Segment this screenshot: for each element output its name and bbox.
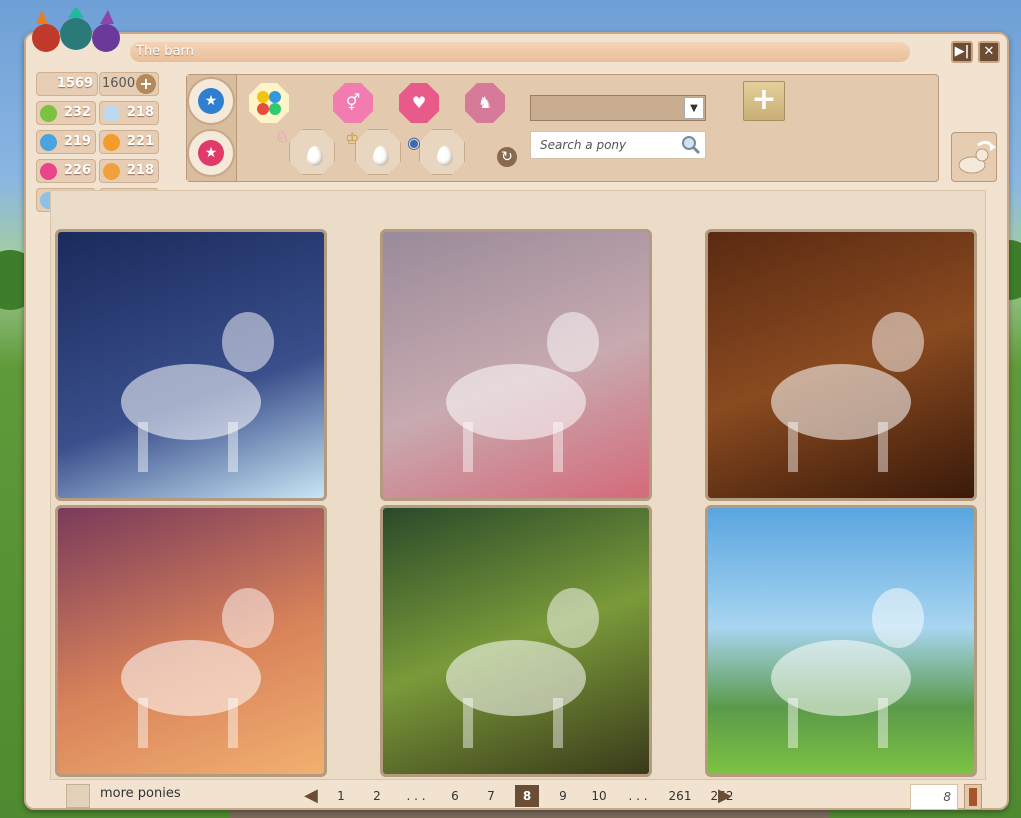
stat-value: 218: [126, 105, 154, 120]
page-number-input[interactable]: 8: [910, 784, 958, 810]
pony-card-5[interactable]: [380, 505, 652, 777]
sort-select[interactable]: ▼: [530, 95, 706, 121]
page-link-261[interactable]: 261: [662, 785, 698, 807]
drop-icon: [373, 146, 389, 166]
heart-icon: [40, 163, 57, 180]
pony-image: [121, 588, 274, 748]
pony-transfer-button[interactable]: [951, 132, 997, 182]
add-currency-button[interactable]: +: [136, 74, 156, 94]
stat-footprint: 218: [99, 159, 159, 183]
close-button[interactable]: ✕: [978, 41, 1000, 63]
love-filter-icon[interactable]: ♥: [399, 83, 439, 123]
paw-icon: [40, 134, 57, 151]
pony-card-2[interactable]: [380, 229, 652, 501]
stat-value: 221: [126, 134, 154, 149]
unicorn-icon: ♘: [275, 127, 290, 146]
star-icon: ★: [198, 140, 224, 166]
gender-filter-icon[interactable]: ⚥: [333, 83, 373, 123]
trophy-icon: ♔: [345, 129, 360, 148]
apple-icon: [40, 105, 57, 122]
side-tabs: ★ ★: [187, 75, 237, 181]
stat-value: 226: [63, 163, 91, 178]
breed-filter-icon[interactable]: ♞: [465, 83, 505, 123]
add-pony-button[interactable]: +: [743, 81, 785, 121]
page-link-6[interactable]: 6: [440, 785, 470, 807]
stat-cloud: 218: [99, 101, 159, 125]
pony-grid: [50, 190, 986, 780]
currency-current: 1569: [36, 72, 98, 96]
cloud-icon: [103, 105, 120, 122]
drop-icon: [307, 146, 323, 166]
pony-image: [446, 312, 599, 472]
chevron-down-icon[interactable]: ▼: [684, 97, 704, 119]
color-filter-icon[interactable]: [249, 83, 289, 123]
barn-window: The barn ▶| ✕ 1569 1600 + 232 218 219 221 22…: [24, 8, 1009, 810]
window-title: The barn: [130, 42, 910, 62]
collapse-button[interactable]: ▶|: [951, 41, 973, 63]
pony-card-6[interactable]: [705, 505, 977, 777]
pony-card-3[interactable]: [705, 229, 977, 501]
filter-toolbar: ★ ★ ⚥ ♥ ♞ ♘ ♔ ◉ ↻ ▼ Search a pony +: [186, 74, 939, 182]
folder-star-icon: ★: [198, 88, 224, 114]
page-link-2[interactable]: 2: [362, 785, 392, 807]
footprint-icon: [103, 163, 120, 180]
stat-carrot: 221: [99, 130, 159, 154]
stat-value: 219: [63, 134, 91, 149]
refresh-icon[interactable]: ↻: [497, 147, 517, 167]
page-ellipsis: . . .: [406, 789, 426, 803]
page-link-7[interactable]: 7: [476, 785, 506, 807]
page-link-1[interactable]: 1: [326, 785, 356, 807]
more-ponies-label: more ponies: [100, 786, 181, 801]
more-ponies-checkbox[interactable]: [66, 784, 90, 808]
stat-value: 232: [63, 105, 91, 120]
search-field: [530, 131, 706, 159]
page-ellipsis: . . .: [628, 789, 648, 803]
go-to-page-button[interactable]: [964, 784, 982, 810]
next-page-icon[interactable]: ▶: [718, 784, 734, 808]
ponies-logo-icon: [32, 8, 120, 52]
pony-card-1[interactable]: [55, 229, 327, 501]
pony-image: [771, 312, 924, 472]
search-icon[interactable]: [681, 135, 701, 155]
unicorn-slot[interactable]: [289, 129, 335, 175]
stat-heart: 226: [36, 159, 96, 183]
carrot-icon: [103, 134, 120, 151]
page-link-10[interactable]: 10: [584, 785, 614, 807]
pony-image: [121, 312, 274, 472]
pony-image: [771, 588, 924, 748]
drop-icon: [437, 146, 453, 166]
trophy-slot[interactable]: [355, 129, 401, 175]
pony-arrow-icon: [958, 140, 996, 174]
page-link-9[interactable]: 9: [548, 785, 578, 807]
eye-icon: ◉: [407, 133, 421, 152]
color-wheel-icon: [257, 91, 281, 115]
stat-paw: 219: [36, 130, 96, 154]
door-icon: [969, 788, 977, 806]
eye-slot[interactable]: [419, 129, 465, 175]
stat-value: 218: [126, 163, 154, 178]
page-link-8[interactable]: 8: [515, 785, 539, 807]
search-input[interactable]: [531, 132, 681, 158]
all-ponies-tab[interactable]: ★: [187, 77, 235, 125]
pony-card-4[interactable]: [55, 505, 327, 777]
prev-page-icon[interactable]: ◀: [304, 784, 320, 808]
stat-apple: 232: [36, 101, 96, 125]
favorites-tab[interactable]: ★: [187, 129, 235, 177]
pony-image: [446, 588, 599, 748]
